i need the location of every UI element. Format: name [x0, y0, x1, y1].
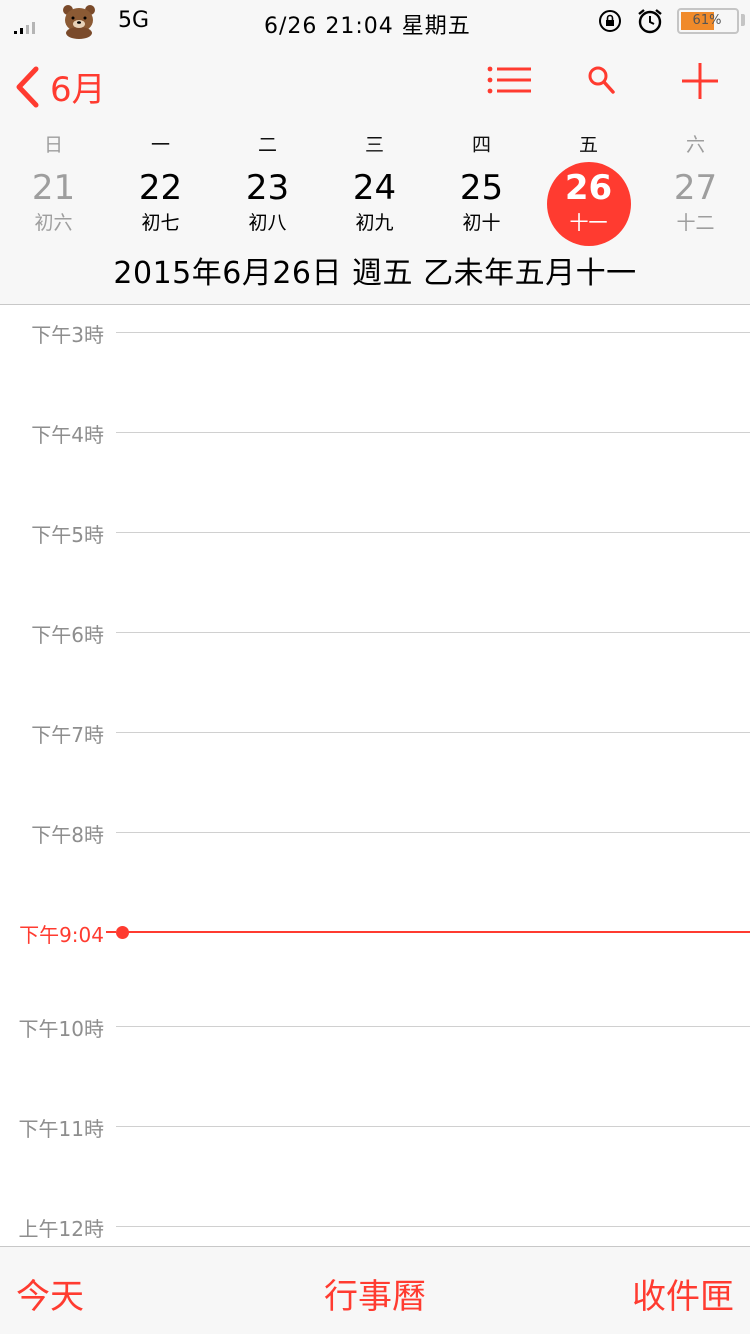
hour-row: 下午3時 [0, 312, 750, 347]
hour-label: 下午5時 [31, 523, 104, 547]
hour-divider [116, 1126, 750, 1127]
hour-row: 上午12時 [0, 1206, 750, 1241]
add-event-icon[interactable] [681, 62, 719, 100]
current-time-line [124, 931, 750, 933]
current-time-indicator: 下午9:04 [0, 912, 750, 947]
current-time-label: 下午9:04 [19, 923, 104, 947]
day-number: 21 [31, 168, 76, 208]
network-type: 5G [118, 8, 150, 33]
hour-row: 下午4時 [0, 412, 750, 447]
hour-divider [116, 632, 750, 633]
day-number: 26 [564, 168, 613, 208]
day-cell-mon[interactable]: 一 22 初七 [107, 128, 214, 246]
day-cell-sun[interactable]: 日 21 初六 [0, 128, 107, 246]
hour-row: 下午7時 [0, 712, 750, 747]
status-bar: 5G 6/26 21:04 星期五 61% [0, 0, 750, 42]
weekday-label: 三 [364, 134, 384, 156]
weekday-label: 六 [685, 134, 705, 156]
day-cell-thu[interactable]: 四 25 初十 [428, 128, 535, 246]
lunar-date: 十二 [676, 212, 715, 234]
selected-day-circle: 26 十一 [546, 162, 631, 246]
hour-label: 下午6時 [31, 623, 104, 647]
battery-icon: 61% [677, 8, 739, 34]
weekday-label: 日 [43, 134, 63, 156]
list-icon[interactable] [486, 64, 532, 100]
rotation-lock-icon [599, 10, 621, 32]
day-circle: 27 十二 [654, 162, 738, 246]
day-circle: 25 初十 [440, 162, 524, 246]
day-circle: 23 初八 [226, 162, 310, 246]
hour-row: 下午6時 [0, 612, 750, 647]
signal-strength-icon [14, 20, 35, 34]
hour-divider [116, 432, 750, 433]
hour-row: 下午10時 [0, 1006, 750, 1041]
lunar-date: 初八 [248, 212, 287, 234]
lunar-date: 初七 [141, 212, 180, 234]
chevron-left-icon [16, 66, 39, 107]
day-circle: 24 初九 [333, 162, 417, 246]
day-circle: 22 初七 [119, 162, 203, 246]
weekday-label: 四 [471, 134, 491, 156]
alarm-clock-icon [638, 9, 662, 34]
tab-today[interactable]: 今天 [16, 1269, 84, 1318]
lunar-date: 十一 [569, 212, 608, 234]
hour-label: 下午11時 [18, 1117, 104, 1141]
day-cell-sat[interactable]: 六 27 十二 [642, 128, 749, 246]
back-label: 6月 [50, 70, 106, 110]
tab-calendars[interactable]: 行事曆 [324, 1269, 426, 1318]
hour-label: 下午7時 [31, 723, 104, 747]
current-time-tick [106, 931, 116, 933]
selected-full-date: 2015年6月26日 週五 乙未年五月十一 [113, 256, 637, 291]
hour-label: 下午10時 [18, 1017, 104, 1041]
bear-avatar-icon [63, 5, 95, 39]
hour-label: 下午4時 [31, 423, 104, 447]
day-number: 25 [459, 168, 504, 208]
hour-row: 下午8時 [0, 812, 750, 847]
day-timeline[interactable]: 下午3時 下午4時 下午5時 下午6時 下午7時 下午8時 下午9:04 下午1… [0, 306, 750, 1246]
status-clock: 6/26 21:04 星期五 [264, 14, 471, 39]
calendar-header: 5G 6/26 21:04 星期五 61% 6月 日 21 初六 一 22 初七… [0, 0, 750, 305]
day-number: 27 [673, 168, 718, 208]
week-strip: 日 21 初六 一 22 初七 二 23 初八 三 24 初九 四 25 初十 … [0, 128, 750, 246]
day-cell-tue[interactable]: 二 23 初八 [214, 128, 321, 246]
hour-divider [116, 332, 750, 333]
hour-divider [116, 732, 750, 733]
lunar-date: 初十 [462, 212, 501, 234]
hour-divider [116, 1226, 750, 1227]
hour-label: 下午3時 [31, 323, 104, 347]
current-time-dot [116, 926, 129, 939]
day-circle: 21 初六 [12, 162, 96, 246]
hour-label: 下午8時 [31, 823, 104, 847]
weekday-label: 二 [257, 134, 277, 156]
lunar-date: 初六 [34, 212, 73, 234]
day-number: 24 [352, 168, 397, 208]
hour-divider [116, 832, 750, 833]
day-number: 22 [138, 168, 183, 208]
hour-divider [116, 532, 750, 533]
hour-row: 下午11時 [0, 1106, 750, 1141]
weekday-label: 五 [578, 134, 598, 156]
weekday-label: 一 [150, 134, 170, 156]
tab-bar: 今天 行事曆 收件匣 [0, 1246, 750, 1334]
search-icon[interactable] [586, 64, 618, 98]
battery-cap [741, 14, 745, 26]
hour-row: 下午5時 [0, 512, 750, 547]
hour-label: 上午12時 [18, 1217, 104, 1241]
tab-inbox[interactable]: 收件匣 [632, 1269, 734, 1318]
back-to-month-button[interactable]: 6月 [14, 62, 106, 111]
hour-divider [116, 1026, 750, 1027]
day-cell-fri-selected[interactable]: 五 26 十一 [535, 128, 642, 246]
lunar-date: 初九 [355, 212, 394, 234]
day-cell-wed[interactable]: 三 24 初九 [321, 128, 428, 246]
battery-percent: 61% [692, 13, 722, 28]
day-number: 23 [245, 168, 290, 208]
